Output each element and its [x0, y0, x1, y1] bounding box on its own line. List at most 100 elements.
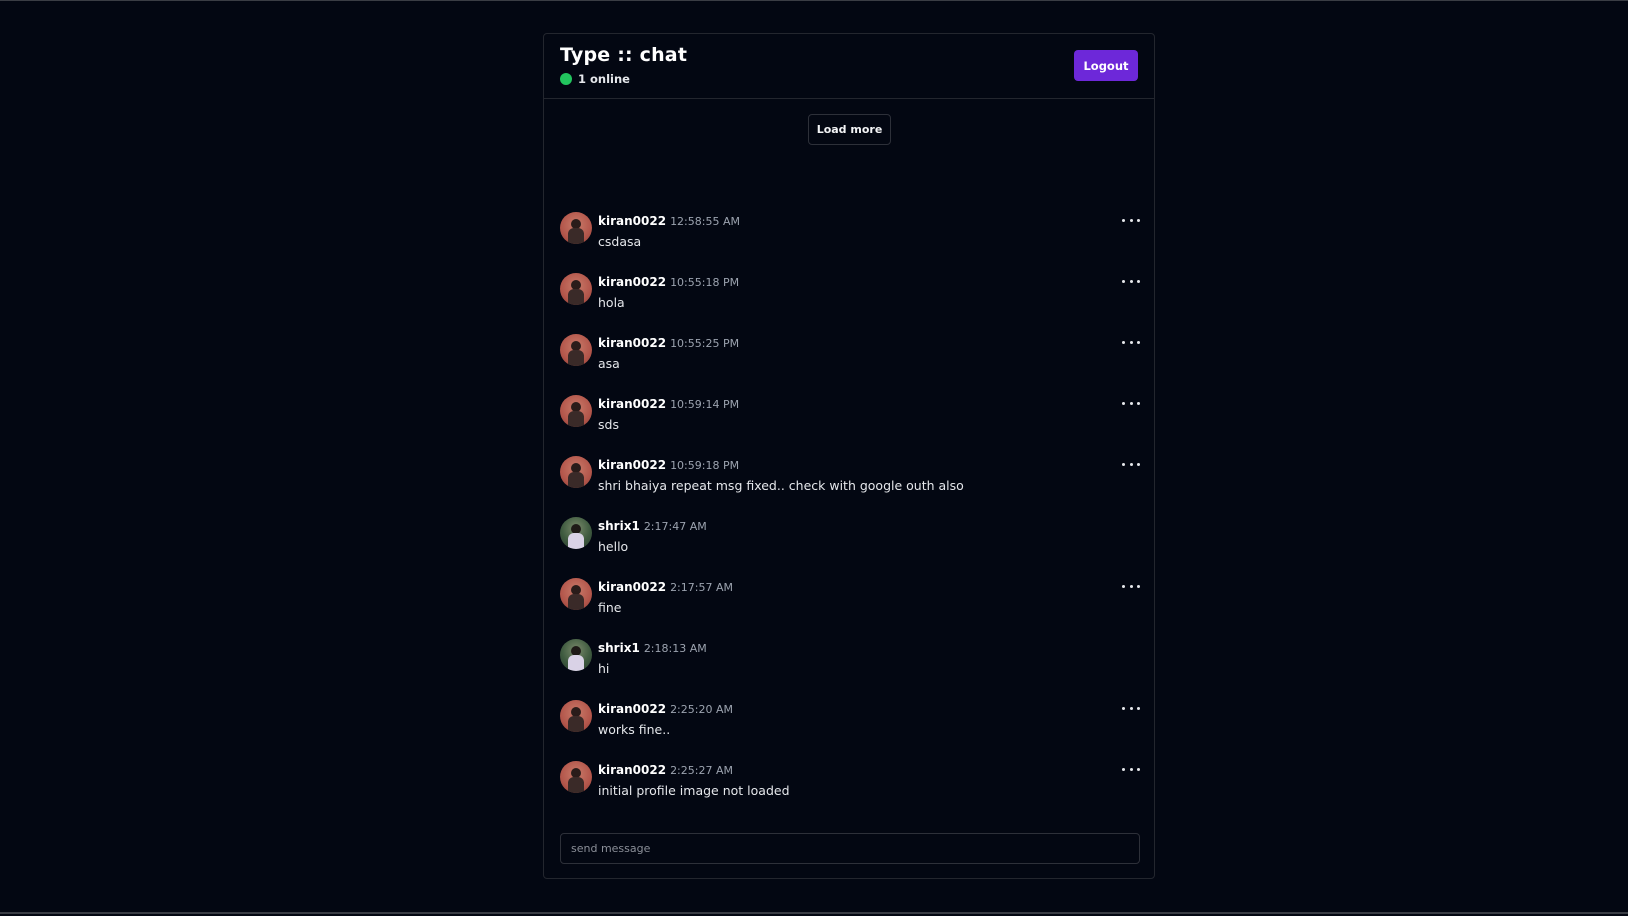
avatar-body: [568, 655, 584, 671]
message-meta: kiran0022 2:25:20 AM: [598, 702, 733, 716]
more-options-icon[interactable]: [1122, 397, 1140, 409]
top-border: [0, 0, 1628, 1]
message-username: kiran0022: [598, 336, 667, 350]
message-time: 2:17:47 AM: [643, 520, 707, 533]
dot: [1137, 706, 1140, 710]
avatar-body: [568, 228, 584, 244]
message-text: hi: [598, 661, 610, 676]
message-item: kiran0022 2:17:57 AM fine: [560, 578, 1140, 639]
message-meta: kiran0022 10:55:25 PM: [598, 336, 739, 350]
message-meta: kiran0022 10:59:18 PM: [598, 458, 739, 472]
avatar: [560, 395, 592, 427]
dot: [1122, 279, 1125, 283]
message-meta: kiran0022 12:58:55 AM: [598, 214, 740, 228]
dot: [1137, 584, 1140, 588]
dot: [1137, 340, 1140, 344]
avatar: [560, 578, 592, 610]
message-username: kiran0022: [598, 763, 667, 777]
avatar: [560, 517, 592, 549]
more-options-icon[interactable]: [1122, 458, 1140, 470]
dot: [1129, 706, 1133, 710]
message-text: fine: [598, 600, 622, 615]
load-more-button[interactable]: Load more: [808, 114, 891, 145]
message-username: kiran0022: [598, 275, 667, 289]
message-item: kiran0022 12:58:55 AM csdasa: [560, 212, 1140, 273]
avatar-body: [568, 289, 584, 305]
message-text: asa: [598, 356, 620, 371]
avatar: [560, 273, 592, 305]
bottom-border: [0, 912, 1628, 914]
message-item: kiran0022 10:59:14 PM sds: [560, 395, 1140, 456]
message-item: kiran0022 10:55:18 PM hola: [560, 273, 1140, 334]
dot: [1122, 401, 1125, 405]
more-options-icon[interactable]: [1122, 580, 1140, 592]
dot: [1122, 218, 1125, 222]
online-count: 1 online: [578, 72, 630, 86]
avatar: [560, 639, 592, 671]
message-time: 10:55:18 PM: [670, 276, 740, 289]
dot: [1137, 401, 1140, 405]
more-options-icon[interactable]: [1122, 763, 1140, 775]
message-meta: shrix1 2:18:13 AM: [598, 641, 707, 655]
more-options-icon[interactable]: [1122, 214, 1140, 226]
message-item: kiran0022 2:25:27 AM initial profile image…: [560, 761, 1140, 822]
more-options-icon[interactable]: [1122, 275, 1140, 287]
message-time: 2:17:57 AM: [670, 581, 733, 594]
avatar: [560, 334, 592, 366]
logout-button[interactable]: Logout: [1074, 50, 1138, 81]
dot: [1137, 767, 1140, 771]
dot: [1129, 340, 1133, 344]
message-time: 2:25:27 AM: [670, 764, 733, 777]
message-item: kiran0022 10:55:25 PM asa: [560, 334, 1140, 395]
message-time: 10:59:14 PM: [670, 398, 740, 411]
message-username: kiran0022: [598, 458, 667, 472]
message-time: 10:59:18 PM: [670, 459, 740, 472]
message-meta: kiran0022 10:59:14 PM: [598, 397, 739, 411]
dot: [1122, 584, 1125, 588]
app-title: Type :: chat: [560, 44, 688, 66]
message-time: 12:58:55 AM: [670, 215, 740, 228]
chat-panel: Type :: chat 1 online Logout Load more k…: [543, 33, 1155, 879]
message-item: shrix1 2:17:47 AM hello: [560, 517, 1140, 578]
message-meta: kiran0022 2:17:57 AM: [598, 580, 733, 594]
message-text: csdasa: [598, 234, 642, 249]
message-item: kiran0022 2:25:20 AM works fine..: [560, 700, 1140, 761]
message-text: hola: [598, 295, 625, 310]
message-text: shri bhaiya repeat msg fixed.. check wit…: [598, 478, 964, 493]
message-username: shrix1: [598, 519, 640, 533]
dot: [1122, 462, 1125, 466]
message-time: 2:25:20 AM: [670, 703, 733, 716]
more-options-icon[interactable]: [1122, 336, 1140, 348]
online-status: 1 online: [560, 72, 630, 86]
dot: [1129, 584, 1133, 588]
avatar: [560, 456, 592, 488]
dot: [1122, 340, 1125, 344]
message-item: kiran0022 10:59:18 PM shri bhaiya repeat m…: [560, 456, 1140, 517]
message-meta: kiran0022 2:25:27 AM: [598, 763, 733, 777]
message-text: works fine..: [598, 722, 671, 737]
message-meta: shrix1 2:17:47 AM: [598, 519, 707, 533]
message-username: kiran0022: [598, 397, 667, 411]
dot: [1137, 279, 1140, 283]
message-time: 2:18:13 AM: [643, 642, 707, 655]
message-meta: kiran0022 10:55:18 PM: [598, 275, 739, 289]
avatar-body: [568, 716, 584, 732]
avatar: [560, 212, 592, 244]
message-username: kiran0022: [598, 214, 667, 228]
message-text: sds: [598, 417, 619, 432]
message-time: 10:55:25 PM: [670, 337, 740, 350]
avatar-body: [568, 411, 584, 427]
more-options-icon[interactable]: [1122, 702, 1140, 714]
dot: [1129, 462, 1133, 466]
dot: [1122, 706, 1125, 710]
avatar-body: [568, 350, 584, 366]
message-item: shrix1 2:18:13 AM hi: [560, 639, 1140, 700]
dot: [1129, 401, 1133, 405]
message-text: hello: [598, 539, 629, 554]
message-input[interactable]: [561, 834, 1139, 863]
dot: [1137, 462, 1140, 466]
avatar-body: [568, 594, 584, 610]
chat-header: Type :: chat 1 online Logout: [544, 34, 1154, 99]
dot: [1129, 767, 1133, 771]
avatar-body: [568, 472, 584, 488]
